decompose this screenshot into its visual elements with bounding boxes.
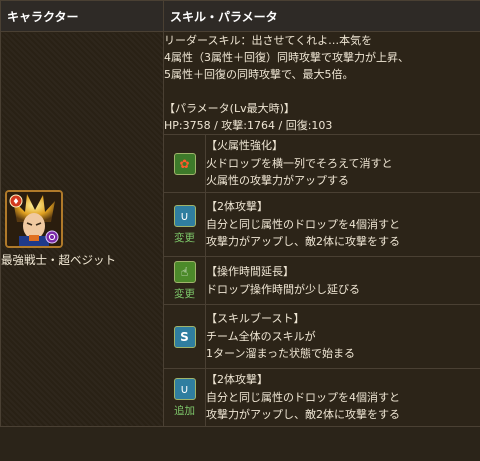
awakening-desc-line: 自分と同じ属性のドロップを4個消すと (206, 390, 400, 404)
awakening-change-label: 変更 (174, 287, 195, 300)
skill-boost-icon: S (173, 325, 196, 348)
parameter-values: HP:3758 / 攻撃:1764 / 回復:103 (164, 119, 333, 132)
character-table: キャラクター スキル・パラメータ ♦ 最強戦士・超ベジット リーダースキル：出さ… (0, 0, 480, 427)
vegito-portrait: ♦ (7, 192, 61, 246)
character-name[interactable]: 最強戦士・超ベジット (1, 252, 163, 268)
awakening-desc-line: ドロップ操作時間が少し延びる (206, 282, 360, 296)
awakening-title: 【2体攻撃】 (206, 200, 268, 214)
leader-skill-cell: リーダースキル：出させてくれよ…本気を 4属性（3属性＋回復）同時攻撃で攻撃力が… (163, 31, 480, 135)
awakening-icon-cell: ✿ (163, 134, 206, 193)
fire-orb-enhance-icon: ✿ (173, 152, 196, 175)
two-way-attack-icon: ∪ (173, 204, 196, 227)
leader-skill-line: 5属性＋回復の同時攻撃で、最大5倍。 (164, 68, 354, 81)
awakening-add-label: 追加 (174, 404, 195, 417)
awakening-title: 【操作時間延長】 (206, 265, 294, 278)
leader-skill-line: 4属性（3属性＋回復）同時攻撃で攻撃力が上昇、 (164, 51, 409, 64)
awakening-desc-line: 攻撃力がアップし、敵2体に攻撃をする (206, 408, 400, 422)
awakening-desc-line: 攻撃力がアップし、敵2体に攻撃をする (206, 235, 400, 249)
awakening-change-label: 変更 (174, 231, 195, 244)
character-cell: ♦ 最強戦士・超ベジット (0, 31, 164, 427)
awakening-text-cell: 【操作時間延長】 ドロップ操作時間が少し延びる (205, 256, 480, 305)
awakening-text-cell: 【2体攻撃】 自分と同じ属性のドロップを4個消すと 攻撃力がアップし、敵2体に攻… (205, 368, 480, 427)
awakening-text-cell: 【火属性強化】 火ドロップを横一列でそろえて消すと 火属性の攻撃力がアップする (205, 134, 480, 193)
awakening-icon-cell: ☝ 変更 (163, 256, 206, 305)
awakening-text-cell: 【2体攻撃】 自分と同じ属性のドロップを4個消すと 攻撃力がアップし、敵2体に攻… (205, 192, 480, 257)
leader-skill-line: リーダースキル：出させてくれよ…本気を (164, 34, 373, 47)
awakening-title: 【スキルブースト】 (206, 312, 305, 326)
skill-row: ♦ 最強戦士・超ベジット リーダースキル：出させてくれよ…本気を 4属性（3属性… (0, 31, 480, 427)
parameter-label: 【パラメータ(Lv最大時)】 (164, 102, 295, 115)
awakening-title: 【火属性強化】 (206, 139, 283, 153)
time-extend-icon: ☝ (173, 260, 196, 283)
awakening-icon-cell: ∪ 変更 (163, 192, 206, 257)
awakening-desc-line: 火ドロップを横一列でそろえて消すと (206, 156, 393, 170)
header-skill-parameter: スキル・パラメータ (163, 0, 480, 32)
awakening-title: 【2体攻撃】 (206, 373, 268, 387)
awakening-desc-line: チーム全体のスキルが (206, 329, 316, 343)
table-header: キャラクター スキル・パラメータ (0, 0, 480, 32)
character-portrait-icon[interactable]: ♦ (5, 190, 63, 248)
two-way-attack-icon: ∪ (173, 377, 196, 400)
awakening-icon-cell: S (163, 304, 206, 369)
awakening-desc-line: 自分と同じ属性のドロップを4個消すと (206, 217, 400, 231)
awakening-desc-line: 火属性の攻撃力がアップする (206, 174, 349, 188)
awakening-icon-cell: ∪ 追加 (163, 368, 206, 427)
header-character: キャラクター (0, 0, 164, 32)
awakening-desc-line: 1ターン溜まった状態で始まる (206, 347, 356, 361)
svg-text:♦: ♦ (12, 197, 19, 206)
awakening-text-cell: 【スキルブースト】 チーム全体のスキルが 1ターン溜まった状態で始まる (205, 304, 480, 369)
